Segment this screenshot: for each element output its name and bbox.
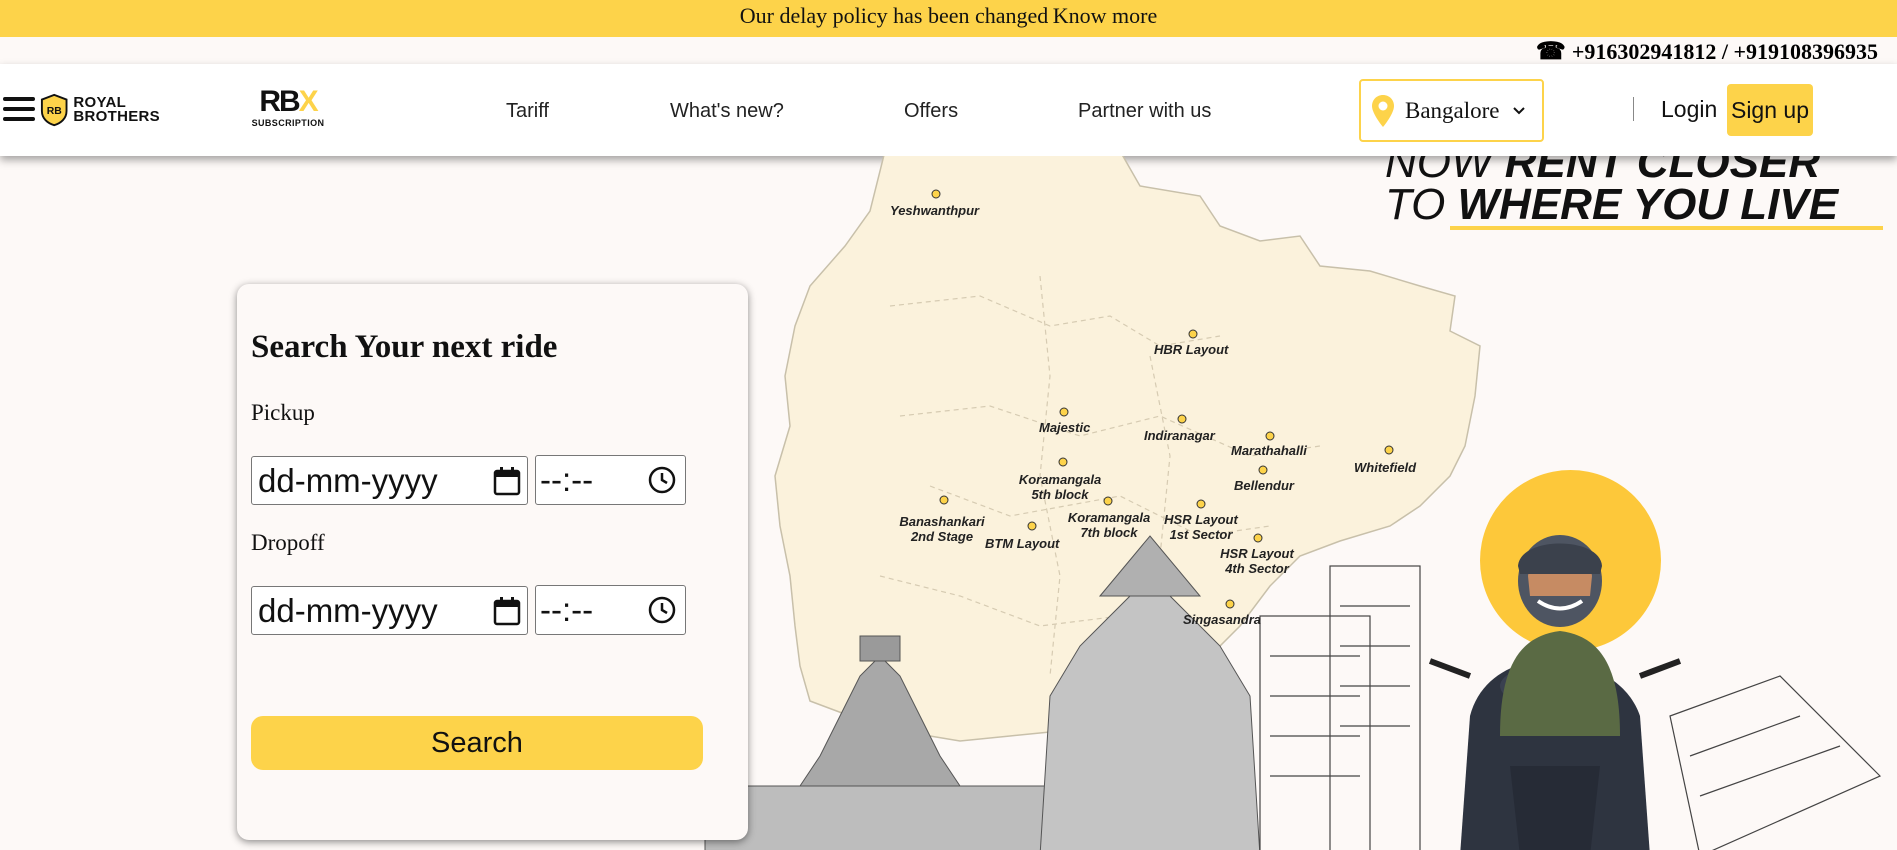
nav-divider	[1633, 97, 1634, 121]
pickup-time-placeholder: --:--	[540, 461, 594, 498]
login-link[interactable]: Login	[1661, 96, 1717, 123]
contact-phones: ☎ +916302941812 / +919108396935	[1536, 39, 1878, 65]
clock-icon[interactable]	[647, 595, 677, 625]
location-label: HSR Layout 1st Sector	[1164, 512, 1238, 542]
pickup-time-input[interactable]: --:--	[535, 455, 686, 505]
location-label: Whitefield	[1354, 460, 1417, 475]
dropoff-time-input[interactable]: --:--	[535, 585, 686, 635]
map-pin-icon	[1372, 94, 1394, 127]
location-label: BTM Layout	[985, 536, 1060, 551]
pickup-label: Pickup	[251, 400, 315, 425]
location-label: Koramangala 5th block	[1018, 472, 1102, 502]
tagline-line2-thin: TO	[1385, 180, 1458, 229]
rb-badge-icon: RB	[40, 93, 68, 127]
location-label: Yeshwanthpur	[890, 203, 980, 218]
royal-brothers-logo[interactable]: RB ROYAL BROTHERS	[40, 91, 160, 129]
nav-offers[interactable]: Offers	[904, 100, 958, 123]
rbx-main-text: RB	[259, 85, 300, 118]
search-ride-card: Search Your next ride Pickup dd-mm-yyyy …	[237, 284, 748, 840]
dropoff-time-placeholder: --:--	[540, 591, 594, 628]
calendar-icon[interactable]	[493, 596, 521, 626]
dropoff-label: Dropoff	[251, 530, 325, 555]
location-label: Majestic	[1039, 420, 1091, 435]
dropoff-date-placeholder: dd-mm-yyyy	[258, 591, 438, 629]
signup-button[interactable]: Sign up	[1727, 84, 1813, 136]
dropoff-date-input[interactable]: dd-mm-yyyy	[251, 586, 528, 635]
nav-whats-new[interactable]: What's new?	[670, 100, 784, 123]
banner-know-more-link[interactable]: Know more	[1053, 3, 1157, 28]
search-card-title: Search Your next ride	[251, 329, 558, 365]
city-label: Bangalore	[1405, 97, 1500, 123]
rbx-x-text: X	[298, 85, 319, 118]
pickup-date-placeholder: dd-mm-yyyy	[258, 461, 438, 499]
city-selector[interactable]: Bangalore	[1359, 79, 1544, 142]
pickup-date-input[interactable]: dd-mm-yyyy	[251, 456, 528, 505]
navbar: RB ROYAL BROTHERS RBX SUBSCRIPTION Tarif…	[0, 64, 1897, 156]
location-label: Marathahalli	[1231, 443, 1307, 458]
tagline-underline	[1450, 226, 1883, 230]
location-label: Singasandra	[1183, 612, 1262, 627]
location-label: Bellendur	[1234, 478, 1294, 493]
svg-text:RB: RB	[47, 106, 63, 117]
location-label: HBR Layout	[1154, 342, 1229, 357]
nav-partner-with-us[interactable]: Partner with us	[1078, 100, 1211, 123]
phone-numbers: +916302941812 / +919108396935	[1571, 39, 1878, 64]
brand-line-2: BROTHERS	[73, 108, 160, 125]
phone-icon: ☎	[1535, 39, 1566, 65]
announcement-banner: Our delay policy has been changed Know m…	[0, 0, 1897, 37]
search-button[interactable]: Search	[251, 716, 703, 770]
hamburger-icon[interactable]	[3, 93, 35, 125]
rider-illustration	[1500, 535, 1620, 736]
calendar-icon[interactable]	[493, 466, 521, 496]
nav-tariff[interactable]: Tariff	[506, 100, 549, 123]
hero-tagline: NOW RENT CLOSER TO WHERE YOU LIVE	[1385, 156, 1885, 229]
tagline-line2-bold: WHERE YOU LIVE	[1457, 180, 1839, 229]
banner-message: Our delay policy has been changed	[739, 3, 1049, 28]
location-label: HSR Layout 4th Sector	[1220, 546, 1294, 576]
clock-icon[interactable]	[647, 465, 677, 495]
rbx-subscription-logo[interactable]: RBX SUBSCRIPTION	[248, 86, 328, 134]
rbx-sub-text: SUBSCRIPTION	[251, 118, 325, 128]
chevron-down-icon	[1512, 106, 1525, 114]
location-label: Indiranagar	[1144, 428, 1215, 443]
location-label: Banashankari 2nd Stage	[899, 514, 985, 544]
location-label: Koramangala 7th block	[1067, 510, 1151, 540]
